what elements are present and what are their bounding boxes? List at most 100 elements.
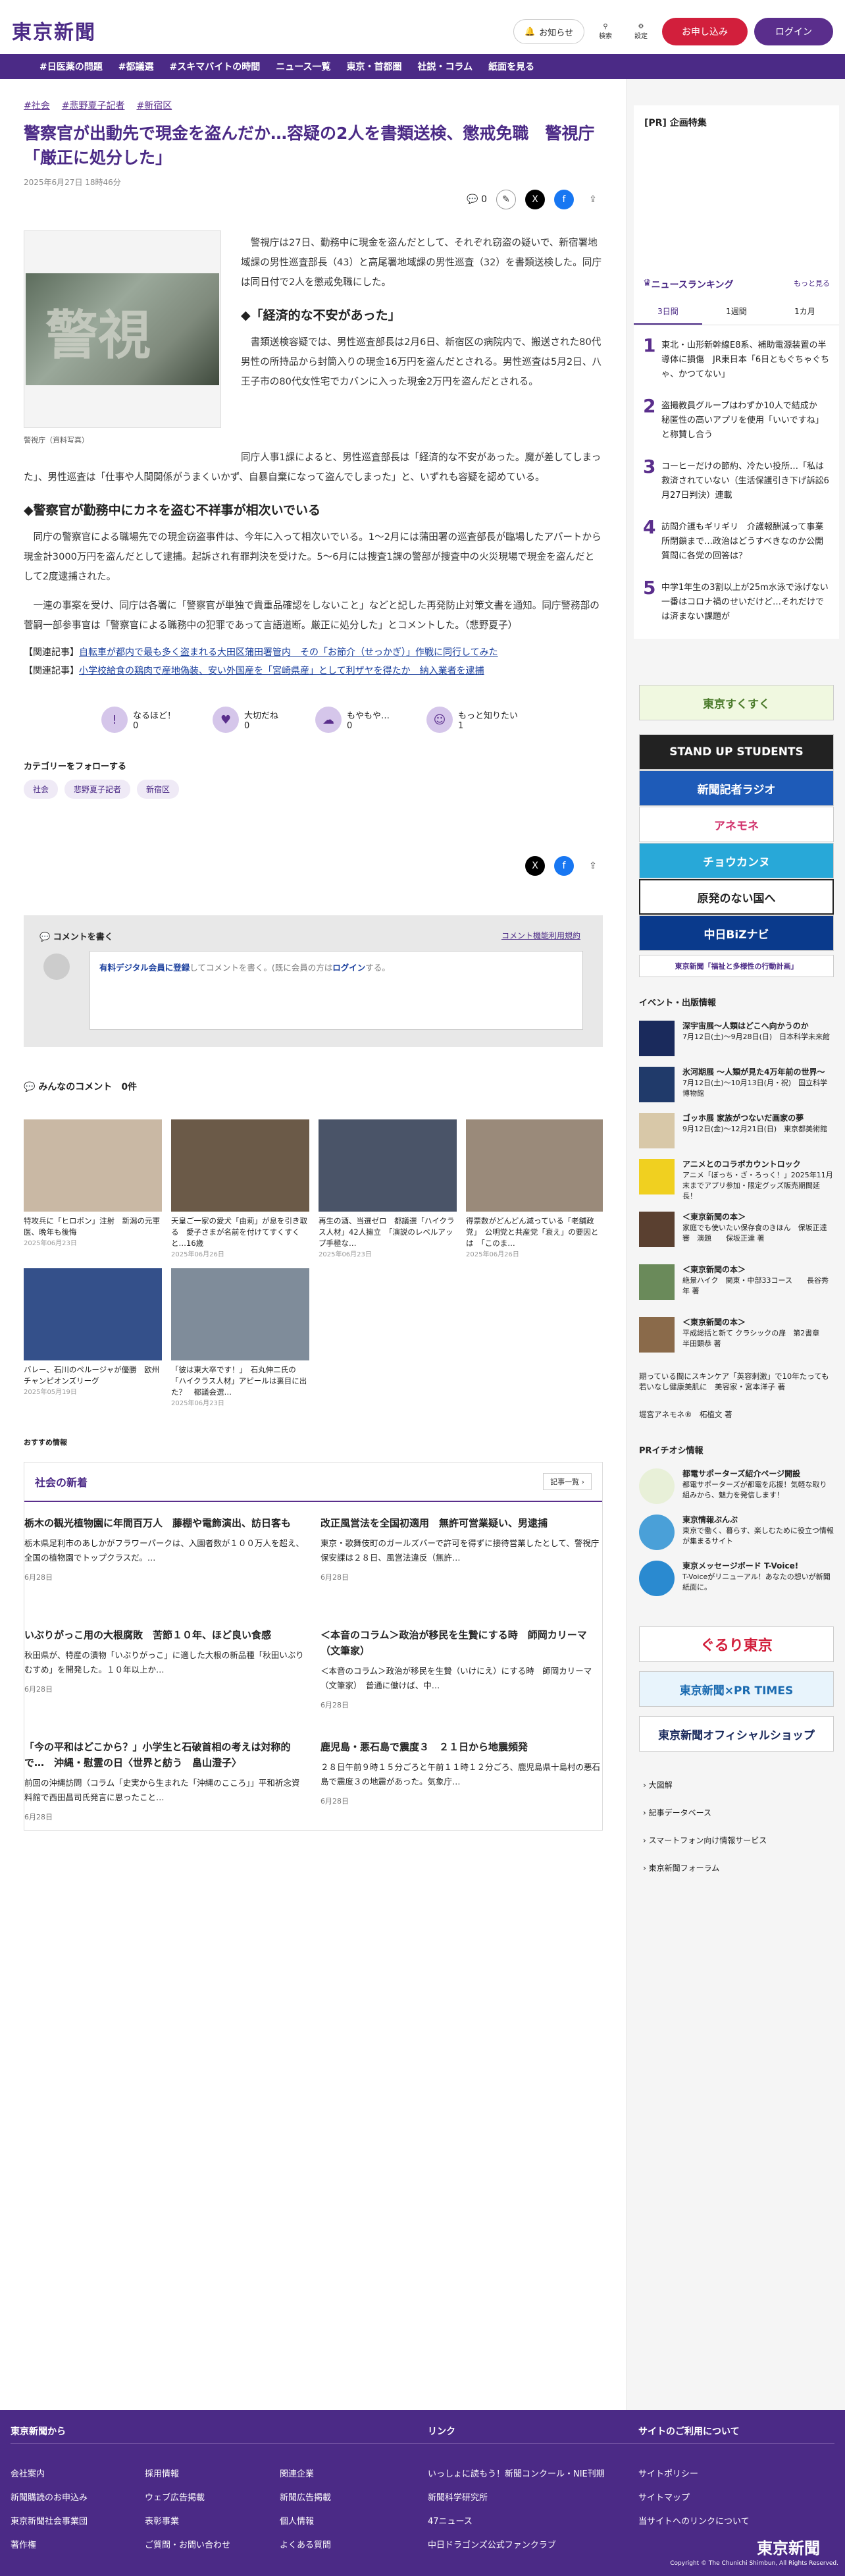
facebook-share-icon[interactable]: f bbox=[554, 190, 574, 209]
footer-link[interactable]: 新聞広告掲載 bbox=[280, 2486, 331, 2510]
news-item[interactable]: 改正風営法を全国初適用 無許可営業疑い、男逮捕 東京・歌舞伎町のガールズバーで許可… bbox=[320, 1515, 603, 1585]
x-share-icon[interactable]: X bbox=[525, 190, 545, 209]
article-tag[interactable]: #新宿区 bbox=[136, 99, 172, 112]
ranking-more-link[interactable]: もっと見る bbox=[794, 278, 830, 291]
search-button[interactable]: ⚲ 検索 bbox=[591, 23, 620, 40]
comment-input[interactable]: 有料デジタル会員に登録してコメントを書く。(既に会員の方はログインする。 bbox=[90, 951, 583, 1030]
recommend-item[interactable]: 再生の酒、当選ゼロ 都議選「ハイクラス人材」42人擁立 「演説のレベルアップ手極… bbox=[319, 1119, 457, 1260]
pr-item[interactable]: 都電サポーターズ紹介ページ開設 都電サポーターズが都電を応援！気軽な取り組みから、… bbox=[639, 1468, 834, 1504]
more-button[interactable]: 記事一覧 › bbox=[543, 1473, 592, 1490]
footer-link[interactable]: サイトマップ bbox=[638, 2486, 750, 2510]
banner-welfare[interactable]: 東京新聞「福祉と多様性の行動計画」 bbox=[639, 955, 834, 977]
footer-link[interactable]: ご質問・お問い合わせ bbox=[145, 2534, 230, 2558]
banner-bizbavi[interactable]: 中日BiZナビ bbox=[639, 915, 834, 951]
recommend-item[interactable]: バレー、石川のペルージャが優勝 欧州チャンピオンズリーグ 2025年05月19日 bbox=[24, 1268, 162, 1398]
banner-choukankun[interactable]: チョウカンヌ bbox=[639, 843, 834, 878]
side-link[interactable]: › スマートフォン向け情報サービス bbox=[643, 1827, 767, 1854]
share-icon[interactable]: ⇪ bbox=[583, 856, 603, 876]
event-item[interactable]: 氷河期展 〜人類が見た4万年前の世界〜 7月12日(土)〜10月13日(月・祝) … bbox=[639, 1067, 834, 1102]
news-item[interactable]: 「今の平和はどこから？」小学生と石破首相の考えは対称的で… 沖縄・慰霊の日〈世界… bbox=[24, 1739, 307, 1825]
pr-item[interactable]: 東京メッセージボード T-Voice! T-Voiceがリニューアル！あなたの想い… bbox=[639, 1561, 834, 1596]
event-item[interactable]: ＜東京新聞の本＞ 家庭でも使いたい保存食のきほん 保坂正達審 演題 保坂正達 著 bbox=[639, 1212, 834, 1247]
event-item[interactable]: ＜東京新聞の本＞ 絶景ハイク 関東・中部33コース 長谷秀年 著 bbox=[639, 1264, 834, 1300]
tab-1month[interactable]: 1カ月 bbox=[771, 299, 839, 325]
bookmark-icon[interactable]: ✎ bbox=[496, 190, 516, 209]
facebook-share-icon[interactable]: f bbox=[554, 856, 574, 876]
news-item[interactable]: ＜本音のコラム＞政治が移民を生贄にする時 師岡カリーマ（文筆家） ＜本音のコラム＞… bbox=[320, 1627, 603, 1713]
footer-link[interactable]: 著作権 bbox=[11, 2534, 88, 2558]
event-item[interactable]: ＜東京新聞の本＞ 平成総括と新て クラシックの扉 第2書章 半田顕恭 著 bbox=[639, 1317, 834, 1353]
related-link[interactable]: 自転車が都内で最も多く盗まれる大田区蒲田署管内 その「お節介（せっかぎ）」作戦に… bbox=[79, 647, 498, 658]
news-item[interactable]: 鹿児島・悪石島で震度３ ２１日から地震頻発 ２８日午前９時１５分ごろと午前１１時１… bbox=[320, 1739, 603, 1809]
nav-item[interactable]: 東京・首都圏 bbox=[347, 60, 402, 73]
related-link[interactable]: 小学校給食の鶏肉で産地偽装、安い外国産を「宮崎県産」として利ザヤを得たか 納入業… bbox=[79, 666, 484, 676]
footer-link[interactable]: 表彰事業 bbox=[145, 2510, 230, 2534]
follow-tag[interactable]: 社会 bbox=[24, 780, 59, 799]
ranking-item[interactable]: 3 コーヒーだけの節約、冷たい投所…「私は救済されていない（生活保護引き下げ訴訟6… bbox=[634, 458, 839, 503]
event-text-link[interactable]: 堀宮アネモネ® 柘植文 著 bbox=[639, 1409, 834, 1420]
comment-count[interactable]: 💬 0 bbox=[467, 194, 487, 205]
subscribe-button[interactable]: お申し込み bbox=[662, 18, 748, 45]
nav-item[interactable]: 紙面を見る bbox=[488, 60, 534, 73]
ranking-item[interactable]: 4 訪問介護もギリギリ 介護報酬減って事業所閉鎖まで…政治はどうすべきなのか公開質… bbox=[634, 518, 839, 564]
footer-logo[interactable]: 東京新聞 bbox=[757, 2535, 820, 2558]
event-text-link[interactable]: 期っている間にスキンケア「英容刺激」で10年たっても若いなし健康美肌に 美容家・… bbox=[639, 1371, 834, 1392]
footer-link[interactable]: 47ニュース bbox=[428, 2510, 605, 2534]
banner-radio[interactable]: 新聞記者ラジオ bbox=[639, 770, 834, 806]
tab-1week[interactable]: 1週間 bbox=[702, 299, 771, 325]
footer-link[interactable]: 新聞科学研究所 bbox=[428, 2486, 605, 2510]
follow-tag[interactable]: 新宿区 bbox=[137, 780, 180, 799]
footer-link[interactable]: 関連企業 bbox=[280, 2463, 331, 2486]
banner-gururi[interactable]: ぐるり東京 bbox=[639, 1626, 834, 1662]
site-logo[interactable]: 東京新聞 bbox=[12, 16, 96, 45]
recommend-item[interactable]: 特攻兵に「ヒロポン」注射 新潟の元軍医、晩年も後悔 2025年06月23日 bbox=[24, 1119, 162, 1249]
share-icon[interactable]: ⇪ bbox=[583, 190, 603, 209]
event-item[interactable]: 深宇宙展〜人類はどこへ向かうのか 7月12日(土)〜9月28日(日) 日本科学未来… bbox=[639, 1021, 834, 1056]
footer-link[interactable]: 会社案内 bbox=[11, 2463, 88, 2486]
ranking-item[interactable]: 5 中学1年生の3割以上が25m水泳で泳げない 一番はコロナ禍のせいだけど…それだ… bbox=[634, 579, 839, 624]
footer-link[interactable]: 個人情報 bbox=[280, 2510, 331, 2534]
tab-3days[interactable]: 3日間 bbox=[634, 299, 702, 325]
banner-sukusuku[interactable]: 東京すくすく bbox=[639, 685, 834, 720]
reaction-button[interactable]: ♥ 大切だね 0 bbox=[213, 707, 278, 733]
footer-link[interactable]: よくある質問 bbox=[280, 2534, 331, 2558]
banner-shop[interactable]: 東京新聞オフィシャルショップ bbox=[639, 1716, 834, 1752]
banner-prtimes[interactable]: 東京新聞×PR TIMES bbox=[639, 1671, 834, 1707]
banner-anemone[interactable]: アネモネ bbox=[639, 807, 834, 842]
nav-item[interactable]: #日医薬の問題 bbox=[39, 60, 103, 73]
footer-link[interactable]: 東京新聞社会事業団 bbox=[11, 2510, 88, 2534]
news-item[interactable]: 栃木の観光植物園に年間百万人 藤棚や電飾演出、訪日客も 栃木県足利市のあしかがフラ… bbox=[24, 1515, 307, 1585]
comment-policy-link[interactable]: コメント機能利用規約 bbox=[501, 930, 580, 941]
settings-button[interactable]: ⚙ 設定 bbox=[627, 23, 655, 40]
footer-link[interactable]: ウェブ広告掲載 bbox=[145, 2486, 230, 2510]
ranking-item[interactable]: 2 盗撮教員グループはわずか10人で結成か 秘匿性の高いアプリを使用「いいですね」… bbox=[634, 397, 839, 443]
recommend-item[interactable]: 得票数がどんどん減っている「老舗政党」 公明党と共産党「衰え」の要因とは 「この… bbox=[466, 1119, 603, 1260]
article-tag[interactable]: #社会 bbox=[24, 99, 50, 112]
notifications-button[interactable]: 🔔 お知らせ bbox=[513, 19, 584, 44]
pr-item[interactable]: 東京情報ぶんぶ 東京で働く、暮らす、楽しむために役立つ情報が集まるサイト bbox=[639, 1515, 834, 1550]
nav-item[interactable]: #スキマバイトの時間 bbox=[169, 60, 260, 73]
side-link[interactable]: › 大図解 bbox=[643, 1771, 767, 1799]
follow-tag[interactable]: 悲野夏子記者 bbox=[64, 780, 131, 799]
footer-link[interactable]: 中日ドラゴンズ公式ファンクラブ bbox=[428, 2534, 605, 2558]
event-item[interactable]: アニメとのコラボカウントロック アニメ「ぼっち・ざ・ろっく！」2025年11月末ま… bbox=[639, 1159, 834, 1202]
nav-item[interactable]: 社説・コラム bbox=[418, 60, 473, 73]
reaction-button[interactable]: ☺ もっと知りたい 1 bbox=[426, 707, 518, 733]
footer-link[interactable]: 採用情報 bbox=[145, 2463, 230, 2486]
login-link[interactable]: ログイン bbox=[332, 963, 365, 973]
news-item[interactable]: いぶりがっこ用の大根腐敗 苦節１０年、ほど良い食感 秋田県が、特産の漬物「いぶりが… bbox=[24, 1627, 307, 1697]
side-link[interactable]: › 東京新聞フォーラム bbox=[643, 1854, 767, 1882]
reaction-button[interactable]: ! なるほど！ 0 bbox=[101, 707, 176, 733]
footer-link[interactable]: 新聞購読のお申込み bbox=[11, 2486, 88, 2510]
event-item[interactable]: ゴッホ展 家族がつないだ画家の夢 9月12日(金)〜12月21日(日) 東京都美術… bbox=[639, 1113, 834, 1148]
reaction-button[interactable]: ☁ もやもや… 0 bbox=[315, 707, 390, 733]
login-button[interactable]: ログイン bbox=[754, 18, 833, 45]
recommend-item[interactable]: 「彼は東大卒です！」 石丸伸二氏の「ハイクラス人材」アピールは裏目に出た？ 都議… bbox=[171, 1268, 309, 1409]
nav-item[interactable]: ニュース一覧 bbox=[276, 60, 330, 73]
nav-item[interactable]: #都議選 bbox=[118, 60, 154, 73]
register-link[interactable]: 有料デジタル会員に登録 bbox=[99, 963, 190, 973]
banner-genpatsu[interactable]: 原発のない国へ bbox=[639, 879, 834, 915]
footer-link[interactable]: 当サイトへのリンクについて bbox=[638, 2510, 750, 2534]
article-tag[interactable]: #悲野夏子記者 bbox=[62, 99, 125, 112]
footer-link[interactable]: サイトポリシー bbox=[638, 2463, 750, 2486]
